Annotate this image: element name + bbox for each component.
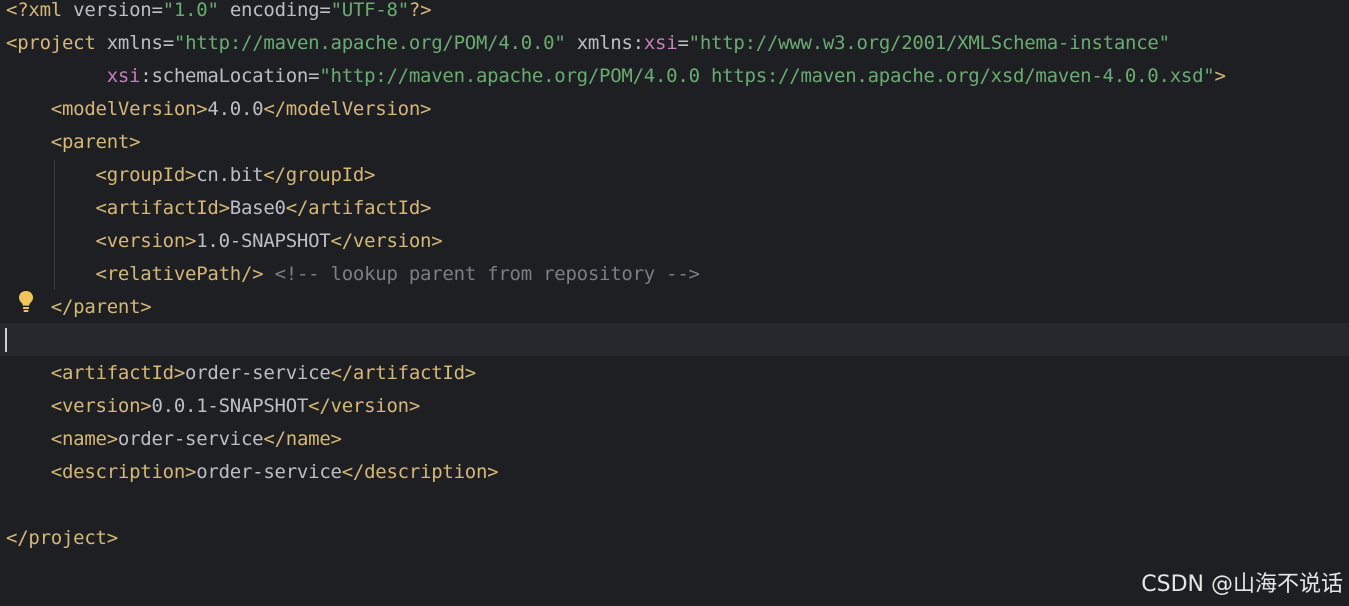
tag-open: <artifactId> xyxy=(50,362,186,384)
namespace-prefix: xsi xyxy=(106,65,141,87)
code-line-15[interactable]: <description>order-service</description> xyxy=(6,456,499,489)
code-line-1[interactable]: <?xml version="1.0" encoding="UTF-8"?> xyxy=(6,0,432,27)
tag-close: </description> xyxy=(341,461,499,483)
watermark: CSDN @山海不说话 xyxy=(1141,572,1343,597)
attr-value: "http://www.w3.org/2001/XMLSchema-instan… xyxy=(688,32,1170,54)
xml-comment: <!-- lookup parent from repository --> xyxy=(274,263,700,285)
current-line-highlight xyxy=(0,323,1349,356)
code-line-13[interactable]: <version>0.0.1-SNAPSHOT</version> xyxy=(6,390,420,423)
attr-value: "1.0" xyxy=(162,0,219,21)
tag-open: < xyxy=(6,32,18,54)
namespace-prefix: xsi xyxy=(643,32,678,54)
code-editor[interactable]: <?xml version="1.0" encoding="UTF-8"?> <… xyxy=(0,0,1349,606)
code-line-2[interactable]: <project xmlns="http://maven.apache.org/… xyxy=(6,27,1170,60)
equals: = xyxy=(308,65,320,87)
tag-text: order-service xyxy=(196,461,342,483)
code-line-8[interactable]: <version>1.0-SNAPSHOT</version> xyxy=(6,225,443,258)
tag-close: </project> xyxy=(6,527,118,549)
code-line-6[interactable]: <groupId>cn.bit</groupId> xyxy=(6,159,376,192)
equals: = xyxy=(162,32,174,54)
tag-open: <name> xyxy=(50,428,118,450)
tag-close: </modelVersion> xyxy=(263,98,432,120)
attr-name: :schemaLocation xyxy=(140,65,309,87)
tag-open: <artifactId> xyxy=(95,197,231,219)
attr-name: version xyxy=(73,0,152,21)
code-line-5[interactable]: <parent> xyxy=(6,126,141,159)
tag-close: </name> xyxy=(263,428,342,450)
tag-close: </artifactId> xyxy=(330,362,477,384)
tag-open: <groupId> xyxy=(95,164,197,186)
attr-value: "http://maven.apache.org/POM/4.0.0" xyxy=(173,32,566,54)
tag-close: </artifactId> xyxy=(285,197,432,219)
pi-tag: xml xyxy=(28,0,62,21)
attr-name: xmlns: xyxy=(576,32,644,54)
tag-open: <modelVersion> xyxy=(50,98,208,120)
tag-text: cn.bit xyxy=(196,164,264,186)
tag-open: <description> xyxy=(50,461,197,483)
tag-text: Base0 xyxy=(229,197,286,219)
tag-text: order-service xyxy=(185,362,331,384)
tag-open: <version> xyxy=(50,395,152,417)
tag-close: </parent> xyxy=(50,296,152,318)
code-line-14[interactable]: <name>order-service</name> xyxy=(6,423,342,456)
code-line-7[interactable]: <artifactId>Base0</artifactId> xyxy=(6,192,432,225)
code-line-4[interactable]: <modelVersion>4.0.0</modelVersion> xyxy=(6,93,432,126)
tag-text: order-service xyxy=(117,428,264,450)
tag-text: 1.0-SNAPSHOT xyxy=(196,230,331,252)
attr-name: encoding xyxy=(229,0,320,21)
attr-value: "UTF-8" xyxy=(330,0,410,21)
attr-name: xmlns xyxy=(106,32,163,54)
tag-text: 4.0.0 xyxy=(207,98,264,120)
code-line-17[interactable]: </project> xyxy=(6,522,118,555)
tag-close: </version> xyxy=(330,230,443,252)
code-line-9[interactable]: <relativePath/> <!-- lookup parent from … xyxy=(6,258,700,291)
pi-close: ?> xyxy=(408,0,432,21)
tag-name: project xyxy=(17,32,96,54)
tag-open: <parent> xyxy=(50,131,141,153)
code-line-3[interactable]: xsi:schemaLocation="http://maven.apache.… xyxy=(6,60,1226,93)
tag-close: > xyxy=(1214,65,1226,87)
tag-self-closing: <relativePath/> xyxy=(95,263,264,285)
tag-close: </groupId> xyxy=(263,164,376,186)
equals: = xyxy=(151,0,163,21)
pi-open: <? xyxy=(6,0,29,21)
equals: = xyxy=(677,32,689,54)
tag-open: <version> xyxy=(95,230,197,252)
tag-text: 0.0.1-SNAPSHOT xyxy=(151,395,309,417)
text-caret xyxy=(5,328,7,352)
code-line-12[interactable]: <artifactId>order-service</artifactId> xyxy=(6,357,476,390)
attr-value: "http://maven.apache.org/POM/4.0.0 https… xyxy=(319,65,1215,87)
code-line-10[interactable]: </parent> xyxy=(6,291,152,324)
equals: = xyxy=(319,0,331,21)
tag-close: </version> xyxy=(308,395,421,417)
